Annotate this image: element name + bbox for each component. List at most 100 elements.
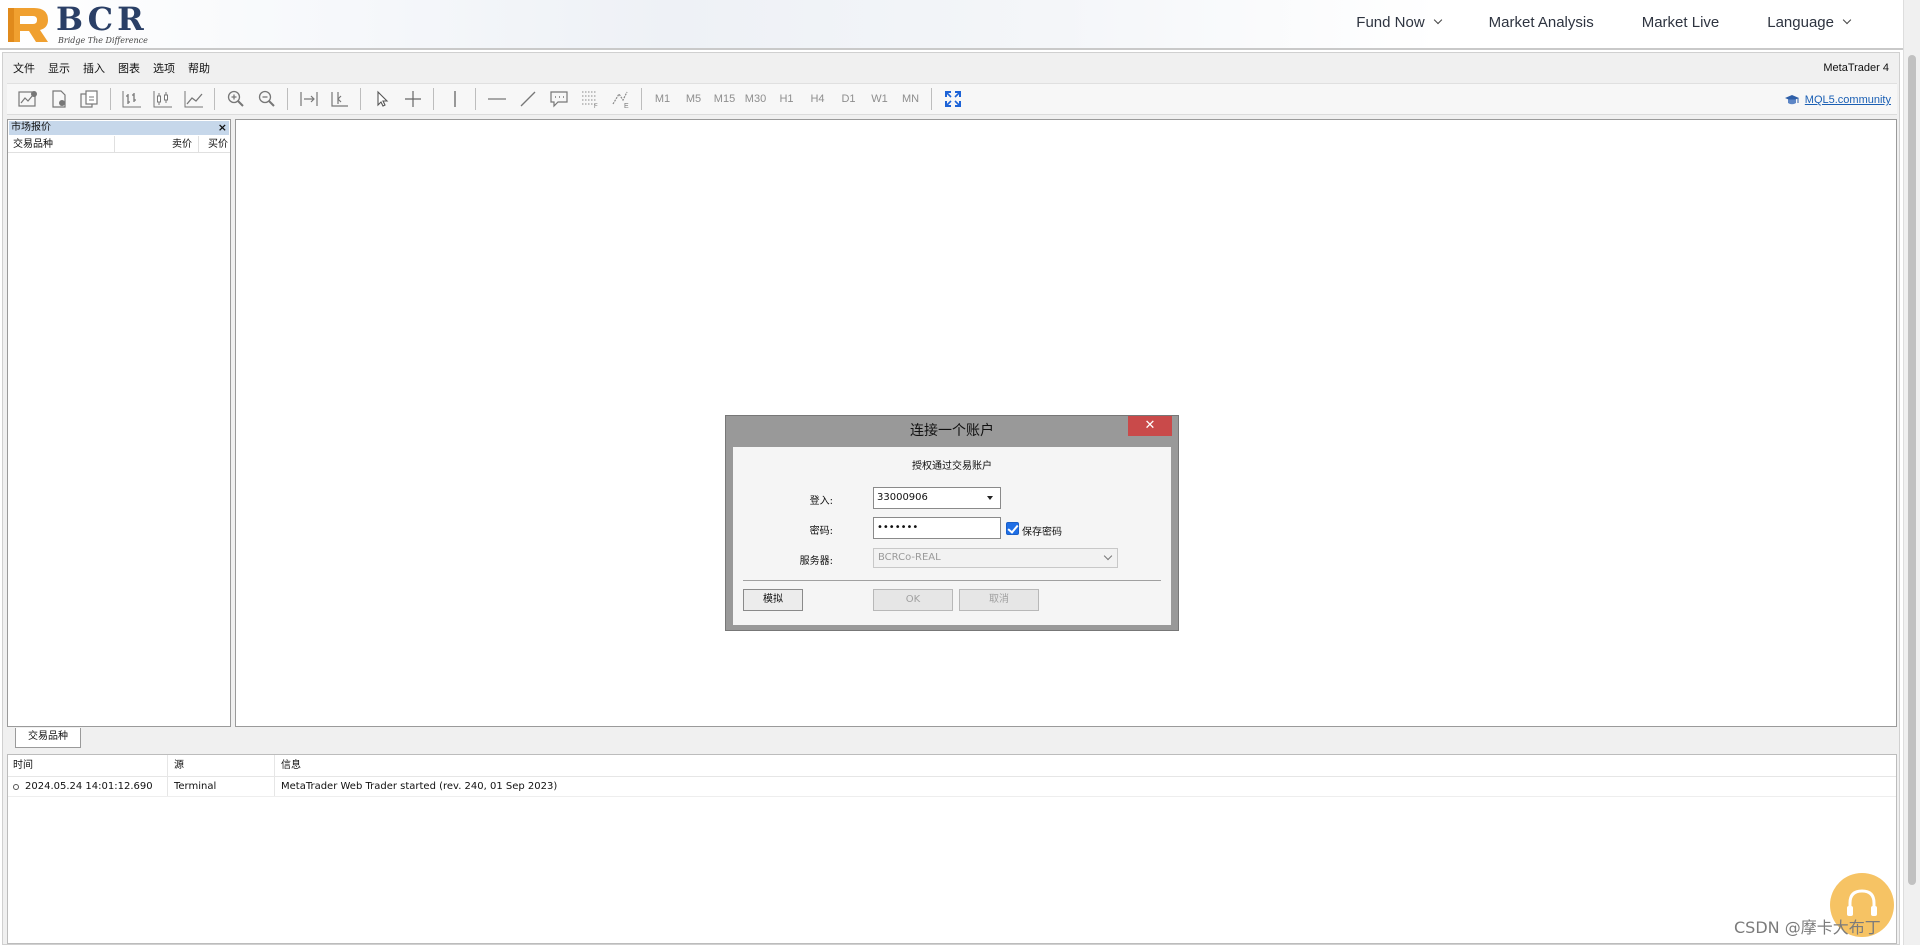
password-label: 密码: [809, 526, 833, 537]
timeframe-m1[interactable]: M1 [650, 93, 675, 105]
market-watch-title: 市场报价 [11, 122, 51, 133]
dialog-close-button[interactable]: ✕ [1128, 416, 1172, 436]
menu-options[interactable]: 选项 [153, 60, 175, 76]
journal-time: 2024.05.24 14:01:12.690 [25, 780, 153, 792]
journal-header: 时间 源 信息 [8, 755, 1896, 777]
toolbar-divider [360, 88, 361, 110]
vertical-line-button[interactable] [442, 86, 467, 112]
indicators-button[interactable]: E [608, 86, 633, 112]
candlestick-button[interactable] [150, 86, 175, 112]
cancel-button[interactable]: 取消 [959, 589, 1039, 611]
timeframe-m5[interactable]: M5 [681, 93, 706, 105]
logo-text: BCR [56, 0, 148, 38]
site-header: BCR Bridge The Difference Fund Now Marke… [0, 0, 1920, 50]
password-input[interactable]: ••••••• [873, 517, 1001, 539]
market-watch-close-button[interactable]: × [218, 121, 227, 135]
nav-market-live[interactable]: Market Live [1642, 14, 1720, 31]
cursor-button[interactable] [369, 86, 394, 112]
market-watch-header: 交易品种 卖价 买价 [8, 136, 230, 153]
text-label-button[interactable] [546, 86, 571, 112]
nav-fund-now[interactable]: Fund Now [1356, 13, 1442, 31]
line-chart-icon [184, 91, 203, 108]
log-info-icon [13, 783, 19, 790]
app-name: MetaTrader 4 [1823, 62, 1889, 74]
ok-button[interactable]: OK [873, 589, 953, 611]
menu-file[interactable]: 文件 [13, 60, 35, 76]
nav-language[interactable]: Language [1767, 14, 1852, 31]
profiles-button[interactable] [46, 86, 71, 112]
journal-row[interactable]: 2024.05.24 14:01:12.690 Terminal MetaTra… [8, 777, 1896, 797]
horizontal-line-button[interactable] [484, 86, 509, 112]
nav-market-live-label: Market Live [1641, 13, 1720, 31]
crosshair-icon [404, 91, 421, 107]
timeframe-h1[interactable]: H1 [774, 93, 799, 105]
dialog-title: 连接一个账户 [910, 423, 994, 439]
menu-charts[interactable]: 图表 [118, 60, 140, 76]
trend-line-icon [520, 91, 535, 107]
save-password-label[interactable]: 保存密码 [1022, 523, 1062, 538]
indicator-e-icon: E [611, 91, 629, 108]
trend-line-button[interactable] [515, 86, 540, 112]
connect-account-dialog: 连接一个账户 ✕ 授权通过交易账户 登入: 33000906 密码: •••••… [725, 415, 1179, 631]
market-watch-tabs: 交易品种 [7, 728, 231, 750]
toolbar-divider [475, 88, 476, 110]
new-chart-icon [17, 91, 37, 107]
crosshair-button[interactable] [400, 86, 425, 112]
mql5-community-link[interactable]: MQL5.community [1784, 93, 1891, 107]
mql5-community-label: MQL5.community [1804, 94, 1891, 106]
market-watch-panel: 市场报价 × 交易品种 卖价 买价 [7, 119, 231, 727]
demo-button[interactable]: 模拟 [743, 589, 803, 611]
server-select[interactable]: BCRCo-REAL [873, 548, 1118, 568]
new-chart-button[interactable] [15, 86, 40, 112]
save-password-checkbox[interactable] [1006, 522, 1019, 535]
page-scrollbar-thumb[interactable] [1908, 55, 1916, 885]
toolbar-divider [433, 88, 434, 110]
bcr-logo[interactable]: BCR Bridge The Difference [4, 2, 148, 46]
csdn-watermark: CSDN @摩卡大布丁 [1734, 918, 1881, 937]
timeframe-w1[interactable]: W1 [867, 93, 892, 105]
chevron-down-icon [1433, 15, 1442, 25]
zoom-in-icon [227, 90, 244, 107]
menu-help[interactable]: 帮助 [188, 60, 210, 76]
nav-market-analysis[interactable]: Market Analysis [1489, 14, 1594, 31]
chart-shift-button[interactable] [327, 86, 352, 112]
templates-button[interactable] [77, 86, 102, 112]
timeframe-h4[interactable]: H4 [805, 93, 830, 105]
nav-fund-now-label: Fund Now [1356, 13, 1425, 31]
auto-scroll-button[interactable] [296, 86, 321, 112]
site-nav: Fund Now Market Analysis Market Live Lan… [1308, 0, 1852, 44]
column-symbol[interactable]: 交易品种 [8, 136, 115, 152]
timeframe-m30[interactable]: M30 [743, 93, 768, 105]
market-watch-title-bar: 市场报价 × [9, 121, 229, 135]
column-message[interactable]: 信息 [275, 755, 1896, 776]
timeframe-d1[interactable]: D1 [836, 93, 861, 105]
column-ask[interactable]: 买价 [199, 136, 230, 152]
fibonacci-button[interactable]: F [577, 86, 602, 112]
bar-chart-icon [122, 91, 141, 108]
page-scrollbar[interactable] [1903, 0, 1920, 945]
column-time[interactable]: 时间 [8, 755, 168, 776]
tab-symbols[interactable]: 交易品种 [15, 728, 81, 748]
column-source[interactable]: 源 [168, 755, 275, 776]
vertical-line-icon [453, 91, 456, 107]
bar-chart-button[interactable] [119, 86, 144, 112]
cursor-arrow-icon [376, 90, 388, 107]
login-label: 登入: [809, 496, 833, 507]
dialog-body: 授权通过交易账户 登入: 33000906 密码: ••••••• 保存密码 服… [733, 447, 1171, 625]
journal-time-cell: 2024.05.24 14:01:12.690 [8, 777, 168, 796]
toolbar-divider [214, 88, 215, 110]
fullscreen-button[interactable] [940, 86, 965, 112]
column-bid[interactable]: 卖价 [115, 136, 199, 152]
login-select[interactable]: 33000906 [873, 487, 1001, 509]
dialog-subtitle: 授权通过交易账户 [912, 461, 992, 472]
journal-message: MetaTrader Web Trader started (rev. 240,… [281, 781, 558, 792]
zoom-in-button[interactable] [223, 86, 248, 112]
timeframe-m15[interactable]: M15 [712, 93, 737, 105]
line-chart-button[interactable] [181, 86, 206, 112]
chevron-down-icon [1842, 15, 1852, 25]
toolbar-divider [110, 88, 111, 110]
timeframe-mn[interactable]: MN [898, 93, 923, 105]
menu-view[interactable]: 显示 [48, 60, 70, 76]
menu-insert[interactable]: 插入 [83, 60, 105, 76]
zoom-out-button[interactable] [254, 86, 279, 112]
